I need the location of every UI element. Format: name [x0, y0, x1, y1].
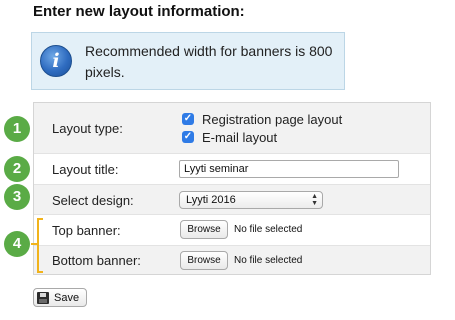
- info-icon: i: [40, 45, 72, 77]
- design-select-value: Lyyti 2016: [186, 194, 236, 206]
- marker-1: 1: [4, 116, 30, 142]
- banner-bracket-tick: [31, 243, 39, 245]
- registration-layout-option[interactable]: ✓ Registration page layout: [182, 111, 342, 127]
- top-banner-browse-button[interactable]: Browse: [180, 220, 228, 239]
- banner-bracket: [37, 218, 43, 273]
- page-title: Enter new layout information:: [33, 3, 245, 20]
- top-banner-file-status: No file selected: [234, 224, 303, 235]
- bottom-banner-browse-button[interactable]: Browse: [180, 251, 228, 270]
- bottom-banner-label: Bottom banner:: [52, 253, 141, 268]
- design-row: Select design: Lyyti 2016 ▲ ▼: [34, 185, 430, 214]
- marker-2: 2: [4, 156, 30, 182]
- registration-layout-checkbox[interactable]: ✓: [182, 113, 194, 125]
- layout-type-row: Layout type: ✓ Registration page layout …: [34, 103, 430, 153]
- marker-3: 3: [4, 184, 30, 210]
- marker-4: 4: [4, 231, 30, 257]
- layout-title-label: Layout title:: [52, 162, 119, 177]
- save-button-label: Save: [54, 291, 80, 304]
- design-select[interactable]: Lyyti 2016 ▲ ▼: [179, 191, 323, 209]
- layout-title-input[interactable]: [179, 160, 399, 178]
- email-layout-label[interactable]: E-mail layout: [202, 130, 277, 145]
- bottom-banner-row: Bottom banner: Browse No file selected: [34, 246, 430, 274]
- select-arrows-icon: ▲ ▼: [311, 193, 318, 207]
- registration-layout-label[interactable]: Registration page layout: [202, 112, 342, 127]
- top-banner-label: Top banner:: [52, 223, 121, 238]
- design-label: Select design:: [52, 193, 134, 208]
- save-button[interactable]: Save: [33, 288, 87, 307]
- email-layout-checkbox[interactable]: ✓: [182, 131, 194, 143]
- info-message: i Recommended width for banners is 800 p…: [31, 32, 345, 90]
- top-banner-row: Top banner: Browse No file selected: [34, 215, 430, 245]
- layout-type-label: Layout type:: [52, 121, 123, 136]
- floppy-disk-icon: [37, 291, 49, 304]
- layout-title-row: Layout title:: [34, 154, 430, 184]
- email-layout-option[interactable]: ✓ E-mail layout: [182, 129, 277, 145]
- bottom-banner-file-status: No file selected: [234, 255, 303, 266]
- info-message-text: Recommended width for banners is 800 pix…: [85, 43, 333, 80]
- layout-form: Layout type: ✓ Registration page layout …: [33, 102, 431, 275]
